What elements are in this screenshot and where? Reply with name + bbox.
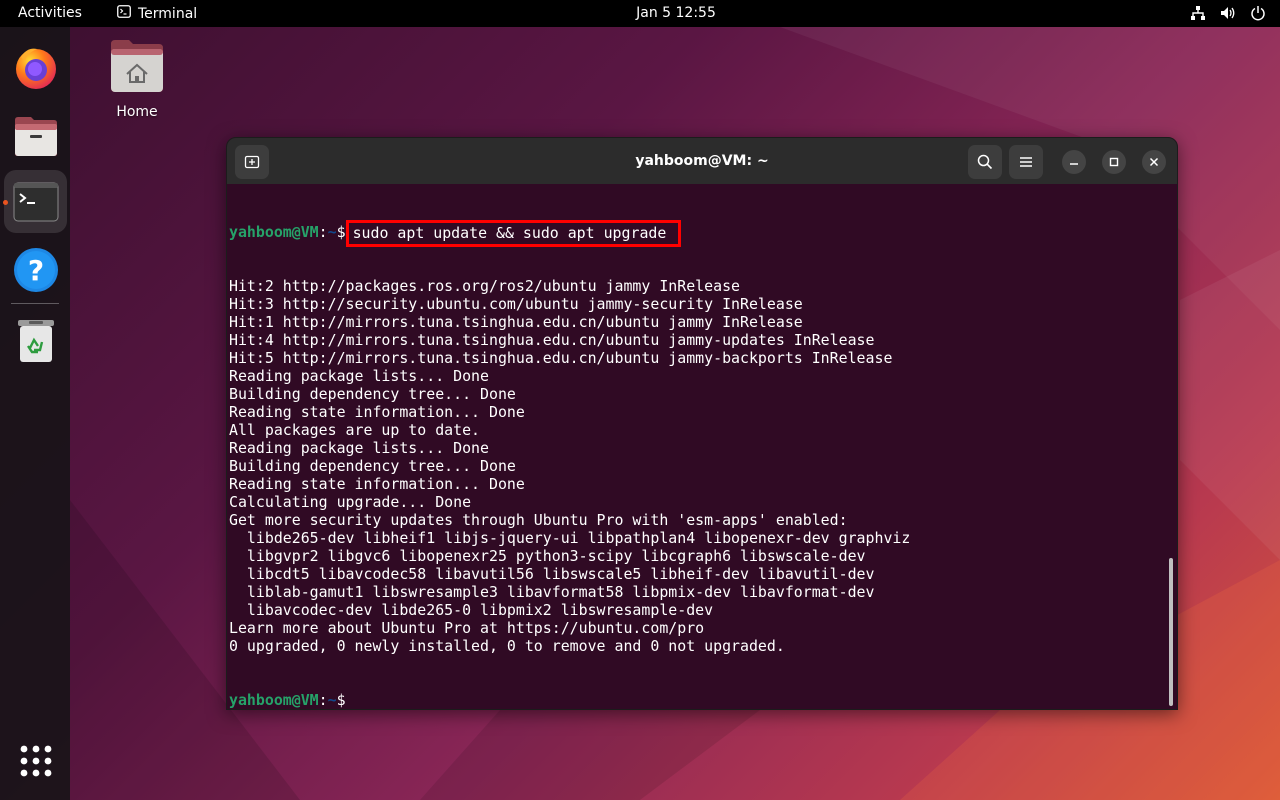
running-indicator <box>3 200 8 205</box>
highlighted-command: sudo apt update && sudo apt upgrade <box>345 220 682 247</box>
trash-icon <box>17 319 54 362</box>
title-bar[interactable]: yahboom@VM: ~ <box>227 138 1177 184</box>
hamburger-menu-icon <box>1020 157 1032 167</box>
output-line: liblab-gamut1 libswresample3 libavformat… <box>229 583 875 601</box>
desktop-home-icon[interactable]: Home <box>105 38 169 120</box>
prompt-user: yahboom@VM <box>229 691 319 709</box>
network-icon[interactable] <box>1190 4 1206 22</box>
output-line: Building dependency tree... Done <box>229 457 516 475</box>
dock-terminal[interactable] <box>4 170 67 233</box>
prompt-symbol: $ <box>336 691 346 709</box>
output-line: All packages are up to date. <box>229 421 481 439</box>
output-line: 0 upgraded, 0 newly installed, 0 to remo… <box>229 637 785 655</box>
output-line: Hit:3 http://security.ubuntu.com/ubuntu … <box>229 295 803 313</box>
top-bar: Activities Terminal Jan 5 12:55 <box>0 0 1280 27</box>
close-icon <box>1149 157 1159 167</box>
output-line: Reading package lists... Done <box>229 439 489 457</box>
help-icon: ? <box>13 247 58 292</box>
home-folder-icon <box>111 40 163 92</box>
volume-icon[interactable] <box>1220 4 1236 22</box>
output-lines: Hit:2 http://packages.ros.org/ros2/ubunt… <box>229 277 1165 655</box>
home-label: Home <box>116 104 158 120</box>
output-line: Calculating upgrade... Done <box>229 493 472 511</box>
output-line: libavcodec-dev libde265-0 libpmix2 libsw… <box>229 601 714 619</box>
terminal-icon <box>13 182 58 221</box>
dock-show-apps[interactable] <box>4 729 67 792</box>
power-icon[interactable] <box>1250 4 1266 22</box>
terminal-window[interactable]: yahboom@VM: ~ yahboom@VM:~$ sudo apt upd… <box>226 137 1178 710</box>
dock-files[interactable] <box>4 104 67 167</box>
prompt-path: ~ <box>327 691 337 709</box>
dock-trash[interactable] <box>4 309 67 372</box>
search-icon <box>977 154 993 170</box>
firefox-icon <box>15 48 56 89</box>
current-prompt-line: yahboom@VM:~$ <box>229 691 346 709</box>
output-line: libcdt5 libavcodec58 libavutil56 libswsc… <box>229 565 875 583</box>
output-line: libde265-dev libheif1 libjs-jquery-ui li… <box>229 529 911 547</box>
output-line: Hit:5 http://mirrors.tuna.tsinghua.edu.c… <box>229 349 893 367</box>
output-line: Get more security updates through Ubuntu… <box>229 511 848 529</box>
search-button[interactable] <box>968 145 1002 179</box>
svg-text:?: ? <box>27 254 43 287</box>
maximize-icon <box>1109 157 1119 167</box>
app-grid-icon <box>20 745 51 776</box>
scrollbar[interactable] <box>1169 558 1173 706</box>
system-tray[interactable] <box>1190 4 1266 22</box>
minimize-icon <box>1070 163 1078 165</box>
terminal-output[interactable]: yahboom@VM:~$ sudo apt update && sudo apt… <box>229 187 1165 709</box>
output-line: libgvpr2 libgvc6 libopenexr25 python3-sc… <box>229 547 866 565</box>
command-line: yahboom@VM:~$ sudo apt update && sudo apt… <box>229 220 1165 247</box>
output-line: Reading state information... Done <box>229 475 525 493</box>
menu-button[interactable] <box>1009 145 1043 179</box>
files-icon <box>14 116 57 156</box>
minimize-button[interactable] <box>1062 150 1086 174</box>
output-line: Reading state information... Done <box>229 403 525 421</box>
output-line: Reading package lists... Done <box>229 367 489 385</box>
output-line: Hit:1 http://mirrors.tuna.tsinghua.edu.c… <box>229 313 803 331</box>
dock: ? <box>0 27 70 800</box>
prompt-symbol: $ <box>336 223 346 241</box>
dock-help[interactable]: ? <box>4 238 67 301</box>
output-line: Learn more about Ubuntu Pro at https://u… <box>229 619 705 637</box>
dock-firefox[interactable] <box>4 36 67 99</box>
prompt-path: ~ <box>327 223 337 241</box>
close-button[interactable] <box>1142 150 1166 174</box>
output-line: Hit:2 http://packages.ros.org/ros2/ubunt… <box>229 277 741 295</box>
dock-separator <box>11 303 59 304</box>
prompt-user: yahboom@VM <box>229 223 319 241</box>
clock[interactable]: Jan 5 12:55 <box>0 5 1280 21</box>
output-line: Hit:4 http://mirrors.tuna.tsinghua.edu.c… <box>229 331 875 349</box>
maximize-button[interactable] <box>1102 150 1126 174</box>
output-line: Building dependency tree... Done <box>229 385 516 403</box>
